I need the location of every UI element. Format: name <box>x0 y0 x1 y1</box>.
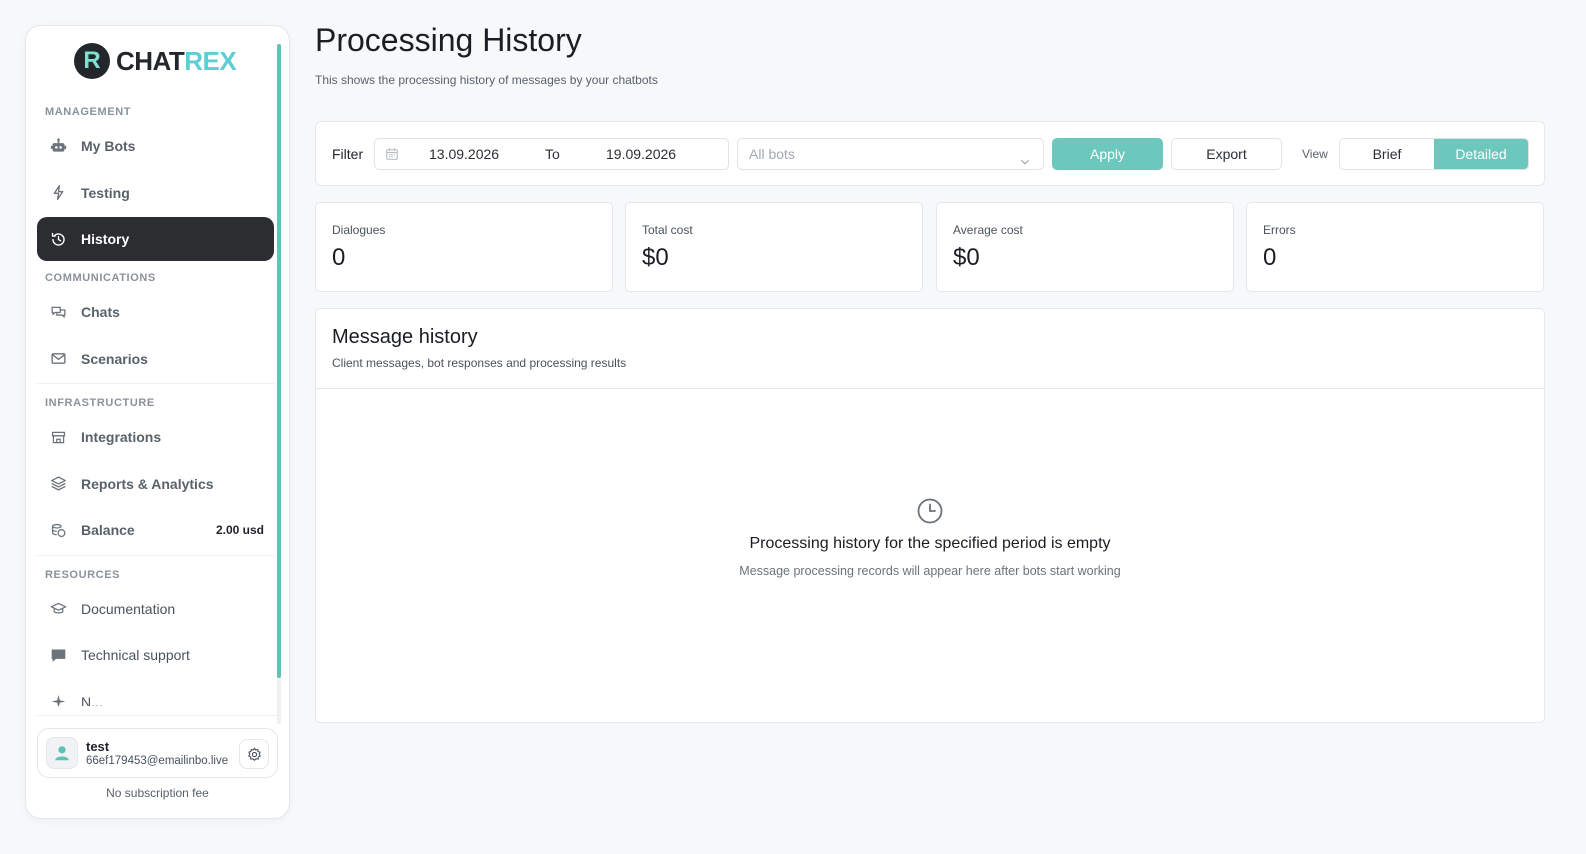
stat-label: Total cost <box>642 223 693 237</box>
date-to[interactable]: 19.09.2026 <box>606 146 676 162</box>
sidebar-item-label: My Bots <box>81 138 136 154</box>
history-icon <box>49 230 67 248</box>
stat-label: Dialogues <box>332 223 386 237</box>
sidebar: R CHATREX MANAGEMENT My Bots Testing His… <box>25 25 290 819</box>
sidebar-item-chats[interactable]: Chats <box>37 290 274 334</box>
scrollbar-thumb[interactable] <box>277 44 281 678</box>
bots-select-value: All bots <box>749 146 795 162</box>
section-title-infrastructure: INFRASTRUCTURE <box>45 397 155 409</box>
sidebar-item-balance[interactable]: Balance 2.00 usd <box>37 508 274 552</box>
page-subtitle: This shows the processing history of mes… <box>315 73 658 87</box>
sidebar-item-my-bots[interactable]: My Bots <box>37 124 274 168</box>
stat-average-cost: Average cost $0 <box>936 202 1234 292</box>
subscription-note: No subscription fee <box>106 786 209 800</box>
history-divider <box>316 388 1544 389</box>
stat-dialogues: Dialogues 0 <box>315 202 613 292</box>
filter-bar: Filter 13.09.2026 To 19.09.2026 All bots… <box>315 121 1545 186</box>
stat-total-cost: Total cost $0 <box>625 202 923 292</box>
date-from[interactable]: 13.09.2026 <box>429 146 499 162</box>
coins-icon <box>49 521 67 539</box>
export-button[interactable]: Export <box>1171 138 1282 170</box>
view-detailed-button[interactable]: Detailed <box>1434 139 1528 169</box>
page-title: Processing History <box>315 22 582 58</box>
section-title-communications: COMMUNICATIONS <box>45 272 156 284</box>
sidebar-item-label: N... <box>81 693 103 707</box>
empty-state-subtitle: Message processing records will appear h… <box>739 564 1121 578</box>
user-card[interactable]: test 66ef179453@emailinbo.live <box>37 728 278 778</box>
sidebar-item-label: Integrations <box>81 429 162 445</box>
date-range-picker[interactable]: 13.09.2026 To 19.09.2026 <box>374 138 729 170</box>
bots-select[interactable]: All bots <box>737 138 1044 170</box>
sidebar-item-partial[interactable]: N... <box>37 680 274 707</box>
logo-text: CHATREX <box>116 45 237 76</box>
sidebar-scrollbar[interactable] <box>277 44 281 724</box>
chats-icon <box>49 303 67 321</box>
stat-errors: Errors 0 <box>1246 202 1544 292</box>
balance-value: 2.00 usd <box>215 523 264 537</box>
sidebar-item-testing[interactable]: Testing <box>37 171 274 215</box>
logo-mark: R <box>74 43 110 79</box>
view-label: View <box>1302 147 1328 161</box>
sidebar-divider <box>37 554 274 556</box>
stat-value: 0 <box>1263 244 1277 271</box>
user-divider <box>37 715 278 716</box>
sidebar-item-integrations[interactable]: Integrations <box>37 415 274 459</box>
avatar <box>46 737 78 769</box>
sidebar-item-label: Documentation <box>81 600 176 617</box>
sidebar-item-scenarios[interactable]: Scenarios <box>37 337 274 381</box>
sidebar-item-label: Balance <box>81 522 135 538</box>
sidebar-item-label: Chats <box>81 304 120 320</box>
stat-label: Errors <box>1263 223 1296 237</box>
empty-state-title: Processing history for the specified per… <box>749 535 1111 552</box>
message-history-panel: Message history Client messages, bot res… <box>315 308 1545 723</box>
sidebar-item-history[interactable]: History <box>37 217 274 261</box>
layers-icon <box>49 475 67 493</box>
stat-value: $0 <box>953 244 980 271</box>
section-title-management: MANAGEMENT <box>45 106 132 118</box>
filter-label: Filter <box>332 146 364 162</box>
sidebar-item-label: Reports & Analytics <box>81 475 214 492</box>
store-icon <box>49 428 67 446</box>
sidebar-item-label: History <box>81 231 130 247</box>
sidebar-item-support[interactable]: Technical support <box>37 633 274 677</box>
lightning-icon <box>49 184 67 202</box>
date-to-label: To <box>545 146 560 162</box>
settings-button[interactable] <box>239 739 269 769</box>
stat-value: 0 <box>332 244 346 271</box>
history-title: Message history <box>332 326 478 348</box>
sparkle-icon <box>49 693 67 706</box>
graduation-cap-icon <box>49 600 67 618</box>
stat-label: Average cost <box>953 223 1023 237</box>
sidebar-item-label: Technical support <box>81 647 190 663</box>
user-name: test <box>86 739 110 754</box>
user-icon <box>55 746 69 761</box>
mail-icon <box>49 350 67 368</box>
apply-button[interactable]: Apply <box>1052 138 1163 170</box>
sidebar-item-label: Testing <box>81 184 130 201</box>
chevron-down-icon <box>1019 148 1031 178</box>
sidebar-nav: MANAGEMENT My Bots Testing History COMMU… <box>37 102 274 706</box>
logo[interactable]: R CHATREX <box>74 43 237 79</box>
sidebar-divider <box>37 383 274 384</box>
sidebar-item-label: Scenarios <box>81 350 148 367</box>
chat-bubble-icon <box>49 646 67 664</box>
section-title-resources: RESOURCES <box>45 568 121 581</box>
clock-icon <box>916 497 944 530</box>
sidebar-item-documentation[interactable]: Documentation <box>37 587 274 631</box>
calendar-icon <box>385 147 399 164</box>
user-email: 66ef179453@emailinbo.live <box>86 755 229 767</box>
view-brief-button[interactable]: Brief <box>1340 139 1434 169</box>
robot-icon <box>49 137 67 155</box>
view-toggle: Brief Detailed <box>1339 138 1529 170</box>
history-subtitle: Client messages, bot responses and proce… <box>332 356 627 370</box>
stat-value: $0 <box>642 244 669 271</box>
user-info: test 66ef179453@emailinbo.live <box>86 739 228 767</box>
sidebar-item-reports[interactable]: Reports & Analytics <box>37 462 274 506</box>
gear-icon <box>247 746 261 761</box>
